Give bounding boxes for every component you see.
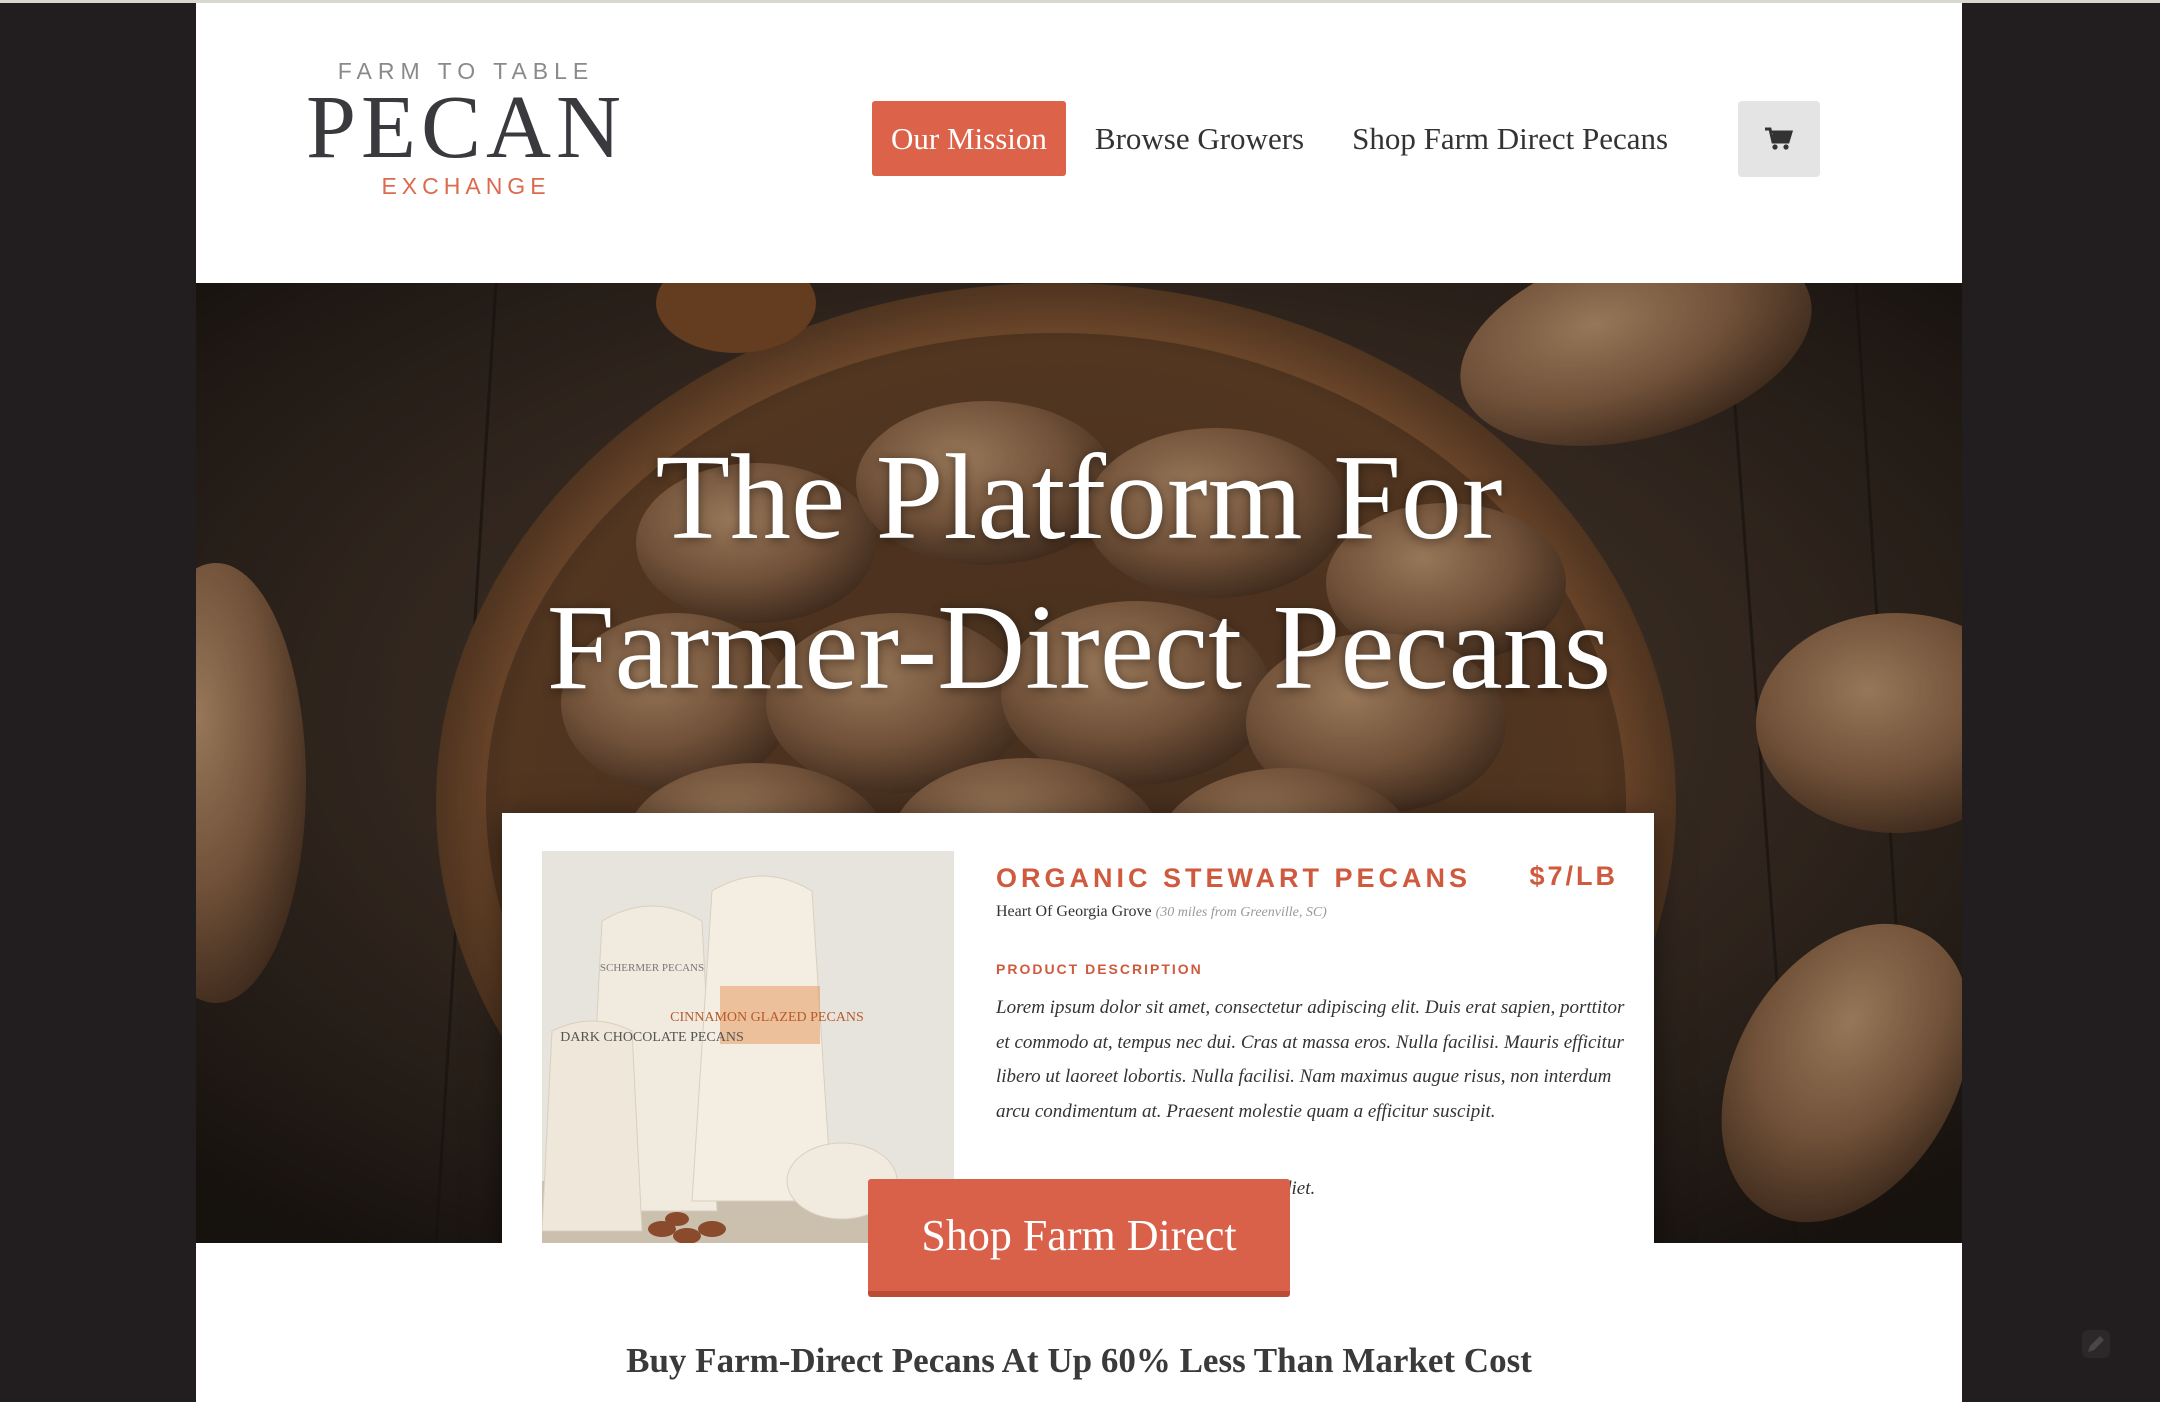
- hero-section: The Platform For Farmer-Direct Pecans SC…: [196, 283, 1962, 1243]
- bag-2-label: CINNAMON GLAZED PECANS: [670, 1010, 864, 1025]
- nav-browse-growers[interactable]: Browse Growers: [1095, 121, 1304, 157]
- edit-pencil-icon[interactable]: [2076, 1324, 2116, 1364]
- product-price: $7/LB: [1529, 861, 1618, 891]
- hero-title-line-1: The Platform For: [655, 430, 1503, 565]
- hero-title: The Platform For Farmer-Direct Pecans: [196, 423, 1962, 723]
- product-grove: Heart Of Georgia Grove (30 miles from Gr…: [996, 903, 1327, 921]
- tagline: Buy Farm-Direct Pecans At Up 60% Less Th…: [626, 1341, 1532, 1380]
- product-description-label: PRODUCT DESCRIPTION: [996, 961, 1203, 977]
- product-description: Lorem ipsum dolor sit amet, consectetur …: [996, 997, 1625, 1122]
- hero-title-line-2: Farmer-Direct Pecans: [546, 580, 1612, 715]
- logo-subtitle: EXCHANGE: [381, 173, 551, 199]
- grove-name: Heart Of Georgia Grove: [996, 903, 1152, 920]
- grove-distance: (30 miles from Greenville, SC): [1155, 905, 1327, 920]
- nav-our-mission[interactable]: Our Mission: [872, 101, 1066, 176]
- bag-brand-text: SCHERMER PECANS: [600, 962, 704, 974]
- bag-1-label: DARK CHOCOLATE PECANS: [560, 1030, 744, 1045]
- logo-wordmark: PECAN: [305, 78, 627, 177]
- shop-farm-direct-button[interactable]: Shop Farm Direct: [868, 1179, 1290, 1297]
- product-name: ORGANIC STEWART PECANS: [996, 863, 1472, 893]
- cart-button[interactable]: [1738, 101, 1820, 177]
- nav-shop-farm-direct-pecans[interactable]: Shop Farm Direct Pecans: [1352, 121, 1668, 157]
- page: FARM TO TABLE PECAN EXCHANGE Our Mission…: [196, 3, 1962, 1402]
- site-logo[interactable]: FARM TO TABLE PECAN EXCHANGE: [286, 58, 646, 200]
- main-nav: Our Mission Browse Growers Shop Farm Dir…: [872, 101, 1716, 176]
- shopping-cart-icon: [1765, 127, 1794, 150]
